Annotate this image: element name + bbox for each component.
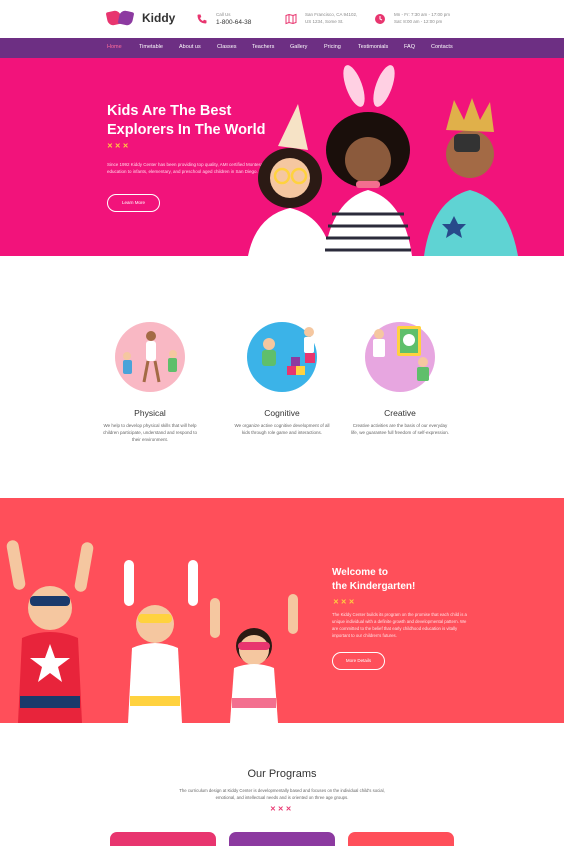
address-line1: San Francisco, CA 94102, [305, 12, 358, 17]
cognitive-illustration [247, 322, 317, 392]
feature-title: Physical [134, 408, 166, 418]
more-details-button[interactable]: More Details [332, 652, 385, 670]
programs-stars: ✕ ✕ ✕ [270, 805, 292, 813]
main-nav: Home Timetable About us Classes Teachers… [0, 38, 564, 58]
features-section: Physical We help to develop physical ski… [0, 256, 564, 498]
logo-text: Kiddy [142, 11, 176, 25]
hours-info: Mn - Fr: 7:30 am - 17:00 pm Sat: 8:00 am… [374, 11, 450, 25]
nav-item-classes[interactable]: Classes [217, 44, 237, 50]
address-info: San Francisco, CA 94102, US 1234, Some S… [285, 11, 357, 25]
programs-section: Our Programs The curriculum design at Ki… [0, 723, 564, 846]
feature-title: Cognitive [264, 408, 300, 418]
welcome-text: The Kiddy Center builds its program on t… [332, 612, 467, 638]
program-card[interactable] [229, 832, 335, 846]
nav-item-faq[interactable]: FAQ [404, 44, 415, 50]
welcome-title-line1: Welcome to [332, 567, 388, 578]
hero-stars: ✕ ✕ ✕ [107, 142, 129, 150]
hours-line1: Mn - Fr: 7:30 am - 17:00 pm [394, 12, 451, 17]
feature-creative: Creative Creative activities are the bas… [350, 322, 450, 436]
logo-icon [105, 9, 135, 27]
learn-more-button[interactable]: Learn More [107, 194, 160, 212]
welcome-section: Welcome to the Kindergarten! ✕ ✕ ✕ The K… [0, 498, 564, 723]
hours-line2: Sat: 8:00 am - 12:00 pm [394, 19, 443, 24]
hero-stars-text: ✕ ✕ ✕ [107, 143, 129, 150]
programs-text: The curriculum design at Kiddy Center is… [179, 788, 385, 800]
programs-title: Our Programs [247, 768, 317, 780]
programs-stars-text: ✕ ✕ ✕ [270, 806, 292, 813]
program-card[interactable] [348, 832, 454, 846]
feature-text: We help to develop physical skills that … [102, 423, 198, 442]
hero-section: Kids Are The Best Explorers In The World… [0, 58, 564, 256]
nav-item-teachers[interactable]: Teachers [252, 44, 274, 50]
welcome-title: Welcome to the Kindergarten! [332, 566, 415, 594]
nav-item-testimonials[interactable]: Testimonials [358, 44, 388, 50]
feature-text: Creative activities are the basis of our… [350, 423, 450, 435]
feature-cognitive: Cognitive We organize active cognitive d… [232, 322, 332, 436]
phone-info: Call Us 1-800-64-38 [196, 11, 251, 27]
nav-item-pricing[interactable]: Pricing [324, 44, 341, 50]
welcome-stars: ✕ ✕ ✕ [333, 598, 355, 606]
logo[interactable]: Kiddy [105, 9, 176, 27]
program-card[interactable] [110, 832, 216, 846]
feature-title: Creative [384, 408, 416, 418]
nav-item-timetable[interactable]: Timetable [139, 44, 163, 50]
phone-icon [197, 14, 207, 24]
top-header: Kiddy Call Us 1-800-64-38 San Francisco,… [0, 0, 564, 38]
nav-item-contacts[interactable]: Contacts [431, 44, 453, 50]
feature-physical: Physical We help to develop physical ski… [100, 322, 200, 443]
welcome-stars-text: ✕ ✕ ✕ [333, 599, 355, 606]
welcome-title-line2: the Kindergarten! [332, 581, 416, 592]
phone-label: Call Us [216, 12, 231, 17]
hero-kids-image [248, 65, 518, 256]
creative-illustration [365, 322, 435, 392]
phone-number[interactable]: 1-800-64-38 [216, 18, 251, 27]
nav-item-home[interactable]: Home [107, 44, 122, 50]
superhero-kids-image [6, 540, 298, 723]
clock-icon [375, 14, 385, 24]
address-line2: US 1234, Some St. [305, 19, 344, 24]
feature-text: We organize active cognitive development… [234, 423, 330, 435]
physical-illustration [115, 322, 185, 392]
map-icon [285, 13, 297, 25]
nav-item-about-us[interactable]: About us [179, 44, 201, 50]
nav-item-gallery[interactable]: Gallery [290, 44, 307, 50]
